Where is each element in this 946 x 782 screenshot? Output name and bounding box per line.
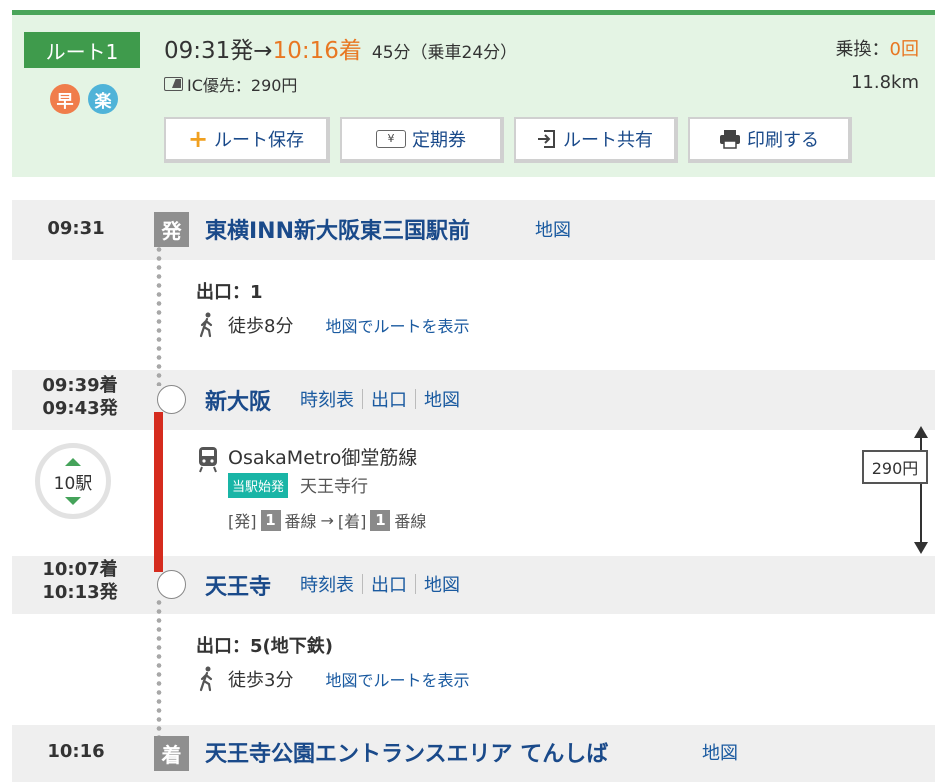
walk-info: 徒歩3分 地図でルートを表示 — [196, 666, 469, 692]
fare-range-arrow — [914, 426, 928, 554]
link-divider — [415, 574, 416, 594]
depart-prefix: [発] — [228, 512, 257, 531]
link-divider — [362, 389, 363, 409]
station-times: 10:07着 10:13発 — [30, 558, 130, 604]
share-route-label: ルート共有 — [563, 130, 653, 151]
commuter-pass-button[interactable]: ¥ 定期券 — [340, 117, 504, 163]
station-circle — [157, 385, 186, 414]
station-row-departure: 09:31 発 東横INN新大阪東三国駅前 地図 — [12, 200, 935, 260]
platform-arrow: → — [320, 510, 334, 530]
fast-badge-icon: 早 — [50, 84, 80, 114]
origin-station-tag: 当駅始発 — [228, 473, 289, 498]
fare-text: IC優先：290円 — [187, 76, 298, 95]
station-name[interactable]: 東横INN新大阪東三国駅前 — [205, 213, 470, 245]
walking-person-icon — [199, 666, 213, 692]
walking-person-icon — [199, 312, 213, 338]
exit-info: 出口：1 — [196, 282, 263, 303]
arrive-time: 09:39着 — [42, 375, 118, 396]
link-divider — [415, 389, 416, 409]
train-rail-line — [154, 412, 163, 572]
arrive-mark: 着 — [154, 736, 189, 771]
exit-info: 出口：5(地下鉄) — [196, 636, 333, 657]
route-summary: ルート1 早 楽 09:31発→10:16着 45分（乗車24分） 乗換：0回 I… — [12, 15, 935, 177]
commuter-pass-icon: ¥ — [376, 130, 406, 148]
walk-time: 徒歩3分 — [228, 670, 294, 691]
arrive-prefix: [着] — [337, 512, 367, 531]
timetable-link[interactable]: 時刻表 — [300, 571, 354, 597]
map-link[interactable]: 地図 — [424, 571, 460, 597]
time-arrow: → — [253, 38, 273, 64]
station-links: 地図 — [535, 216, 571, 242]
arrive-time: 10:07着 — [42, 559, 118, 580]
station-name[interactable]: 新大阪 — [205, 384, 271, 416]
stop-count: 10駅 — [53, 473, 93, 494]
map-link[interactable]: 地図 — [424, 386, 460, 412]
station-row-shin-osaka: 09:39着 09:43発 新大阪 時刻表 出口 地図 — [12, 370, 935, 430]
depart-mark: 発 — [154, 212, 189, 247]
duration: 45分（乗車24分） — [371, 43, 518, 63]
walk-line-1 — [156, 236, 162, 386]
depart-time: 10:13発 — [42, 582, 118, 603]
station-time: 10:16 — [47, 741, 105, 762]
route-times: 09:31発→10:16着 45分（乗車24分） — [164, 31, 517, 65]
arrive-platform-number: 1 — [370, 509, 391, 531]
station-links: 地図 — [702, 739, 738, 765]
depart-time: 09:31発 — [164, 38, 254, 64]
station-row-arrival: 10:16 着 天王寺公園エントランスエリア てんしば 地図 — [12, 725, 935, 782]
commuter-pass-label: 定期券 — [412, 130, 466, 151]
depart-platform-number: 1 — [260, 509, 281, 531]
route-label: ルート1 — [24, 32, 140, 68]
station-circle — [157, 570, 186, 599]
station-times: 09:39着 09:43発 — [30, 374, 130, 420]
show-route-map-link[interactable]: 地図でルートを表示 — [325, 313, 469, 337]
show-route-map-link[interactable]: 地図でルートを表示 — [325, 667, 469, 691]
share-route-button[interactable]: ルート共有 — [514, 117, 678, 163]
distance: 11.8km — [850, 72, 919, 93]
transfer-info: 乗換：0回 — [836, 35, 919, 61]
plus-icon: + — [187, 125, 209, 153]
transfer-label: 乗換： — [835, 39, 890, 60]
action-buttons: + ルート保存 ¥ 定期券 ルート共有 印刷する — [164, 117, 852, 163]
exit-link[interactable]: 出口 — [371, 571, 407, 597]
expand-up-icon — [65, 457, 81, 466]
transfer-count: 0回 — [889, 39, 919, 60]
platform-info: [発] 1 番線 → [着] 1 番線 — [228, 508, 426, 532]
station-name[interactable]: 天王寺 — [205, 569, 271, 601]
depart-time: 09:43発 — [42, 398, 118, 419]
link-divider — [362, 574, 363, 594]
platform-suffix: 番線 — [284, 512, 317, 531]
map-link[interactable]: 地図 — [702, 739, 738, 765]
station-links: 時刻表 出口 地図 — [300, 386, 460, 412]
walk-info: 徒歩8分 地図でルートを表示 — [196, 312, 469, 338]
ic-card-icon — [164, 77, 183, 91]
platform-suffix: 番線 — [394, 512, 427, 531]
train-icon — [199, 447, 217, 473]
walk-time: 徒歩8分 — [228, 316, 294, 337]
segment-fare: 290円 — [862, 450, 928, 484]
expand-down-icon — [65, 496, 81, 505]
station-name[interactable]: 天王寺公園エントランスエリア てんしば — [205, 736, 608, 768]
map-link[interactable]: 地図 — [535, 216, 571, 242]
share-icon — [538, 130, 555, 148]
save-route-label: ルート保存 — [214, 130, 305, 151]
train-destination: 天王寺行 — [300, 477, 368, 497]
easy-badge-icon: 楽 — [88, 84, 118, 114]
exit-link[interactable]: 出口 — [371, 386, 407, 412]
walk-line-2 — [156, 598, 162, 738]
station-time: 09:31 — [47, 218, 105, 239]
print-icon — [720, 130, 740, 149]
print-button[interactable]: 印刷する — [688, 117, 852, 163]
stop-count-toggle[interactable]: 10駅 — [35, 443, 111, 519]
station-row-tennoji: 10:07着 10:13発 天王寺 時刻表 出口 地図 — [12, 556, 935, 614]
fare-info: IC優先：290円 — [164, 72, 297, 96]
station-links: 時刻表 出口 地図 — [300, 571, 460, 597]
print-label: 印刷する — [747, 130, 819, 151]
save-route-button[interactable]: + ルート保存 — [164, 117, 330, 163]
arrive-time: 10:16着 — [272, 38, 362, 64]
timetable-link[interactable]: 時刻表 — [300, 386, 354, 412]
line-name: OsakaMetro御堂筋線 — [228, 447, 418, 469]
